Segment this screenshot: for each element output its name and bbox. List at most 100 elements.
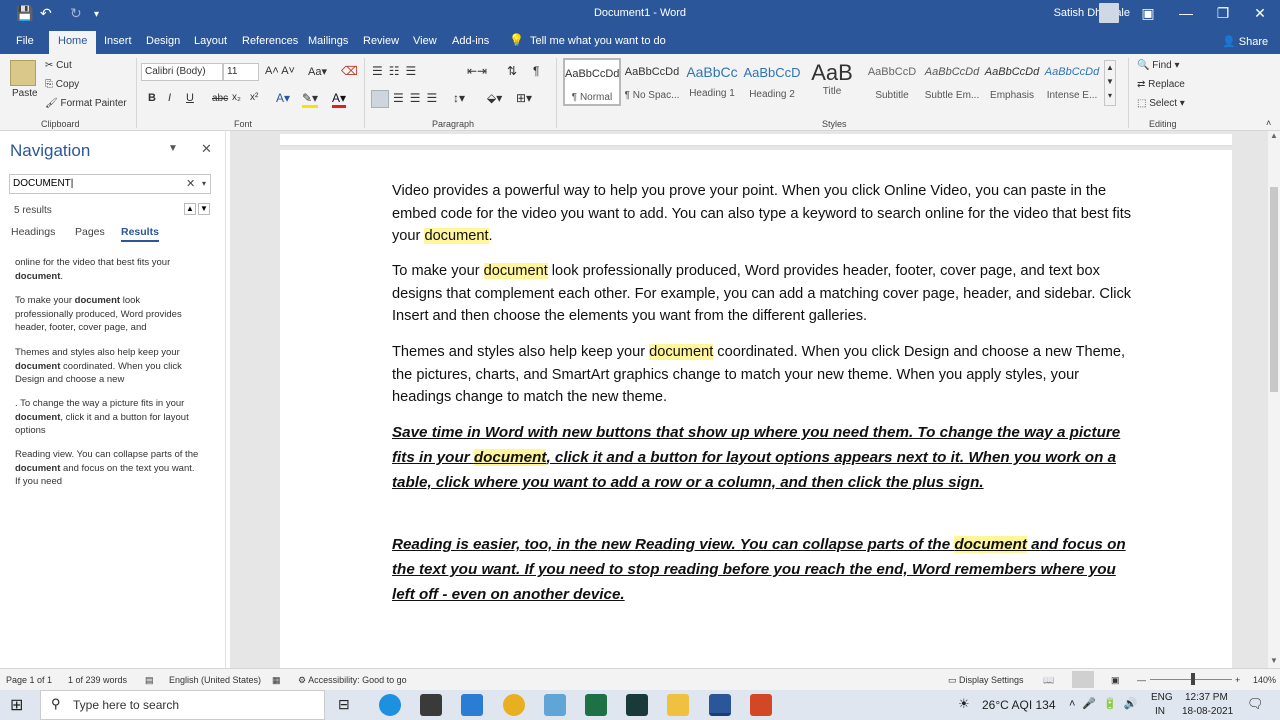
- tab-view[interactable]: View: [413, 35, 437, 47]
- accessibility-status[interactable]: ⚙ Accessibility: Good to go: [298, 675, 407, 686]
- ribbon-display-icon[interactable]: ▣: [1138, 5, 1158, 22]
- paragraph[interactable]: Video provides a powerful way to help yo…: [392, 180, 1132, 248]
- style-heading-2[interactable]: AaBbCcD Heading 2: [743, 58, 801, 106]
- page-count[interactable]: Page 1 of 1: [6, 675, 52, 685]
- replace-button[interactable]: ⇄ Replace: [1137, 79, 1185, 90]
- style-no-spacing[interactable]: AaBbCcDd ¶ No Spac...: [623, 58, 681, 106]
- shading-icon[interactable]: ⬙▾: [487, 91, 502, 105]
- minimize-icon[interactable]: —: [1176, 5, 1196, 21]
- font-size-select[interactable]: 11: [223, 63, 259, 81]
- search-options-icon[interactable]: ▾: [202, 179, 206, 188]
- tab-references[interactable]: References: [242, 35, 298, 47]
- style-normal[interactable]: AaBbCcDd ¶ Normal: [563, 58, 621, 106]
- paragraph[interactable]: Themes and styles also help keep your do…: [392, 341, 1132, 409]
- tab-results[interactable]: Results: [121, 226, 159, 242]
- read-mode-icon[interactable]: 📖: [1043, 675, 1054, 686]
- style-title[interactable]: AaB Title: [803, 58, 861, 106]
- scroll-down-icon[interactable]: ▼: [1270, 656, 1278, 665]
- print-layout-icon[interactable]: [1072, 671, 1094, 688]
- paragraph[interactable]: Reading is easier, too, in the new Readi…: [392, 533, 1132, 607]
- tell-me-box[interactable]: Tell me what you want to do: [530, 35, 666, 47]
- tab-home[interactable]: Home: [49, 31, 97, 54]
- paragraph[interactable]: To make your document look professionall…: [392, 260, 1132, 328]
- search-result[interactable]: To make your document look professionall…: [15, 294, 200, 335]
- document-page[interactable]: Video provides a powerful way to help yo…: [280, 150, 1232, 680]
- camtasia-icon[interactable]: [626, 694, 648, 716]
- clear-search-icon[interactable]: ✕: [186, 177, 195, 190]
- file-explorer-icon[interactable]: [667, 694, 689, 716]
- style-subtitle[interactable]: AaBbCcD Subtitle: [863, 58, 921, 106]
- tab-pages[interactable]: Pages: [75, 226, 105, 238]
- paste-button[interactable]: Paste: [12, 88, 38, 99]
- format-painter-button[interactable]: 🖌 Format Painter: [45, 98, 127, 109]
- close-pane-icon[interactable]: ✕: [201, 141, 212, 157]
- scroll-up-icon[interactable]: ▲: [1270, 131, 1278, 140]
- style-emphasis[interactable]: AaBbCcDd Emphasis: [983, 58, 1041, 106]
- font-name-select[interactable]: Calibri (Body): [141, 63, 223, 81]
- mail-icon[interactable]: [461, 694, 483, 716]
- tray-icons[interactable]: ˄🎤🔋🔊: [1069, 697, 1145, 710]
- notifications-icon[interactable]: 🗨: [1247, 696, 1264, 712]
- superscript-button[interactable]: x²: [250, 92, 258, 103]
- web-layout-icon[interactable]: ▣: [1111, 675, 1120, 686]
- tab-file[interactable]: File: [16, 35, 34, 47]
- next-result-icon[interactable]: ▼: [198, 203, 210, 215]
- collapse-ribbon-icon[interactable]: ˄: [1266, 118, 1271, 128]
- tab-addins[interactable]: Add-ins: [452, 35, 489, 47]
- tab-insert[interactable]: Insert: [104, 35, 132, 47]
- find-button[interactable]: 🔍 Find ▾: [1137, 60, 1180, 71]
- tab-design[interactable]: Design: [146, 35, 180, 47]
- strikethrough-button[interactable]: abc: [212, 93, 228, 104]
- clock-date[interactable]: 18-08-2021: [1182, 706, 1233, 717]
- subscript-button[interactable]: x₂: [232, 92, 241, 103]
- close-icon[interactable]: ✕: [1250, 5, 1270, 22]
- weather-text[interactable]: 26°C AQI 134: [982, 698, 1056, 712]
- clock-time[interactable]: 12:37 PM: [1185, 692, 1228, 703]
- cut-button[interactable]: ✂ Cut: [45, 60, 72, 71]
- word-count[interactable]: 1 of 239 words: [68, 675, 127, 685]
- previous-result-icon[interactable]: ▲: [184, 203, 196, 215]
- search-result[interactable]: online for the video that best fits your…: [15, 256, 200, 283]
- italic-button[interactable]: I: [168, 92, 171, 104]
- grow-font-icon[interactable]: A˄ A˅: [265, 65, 295, 77]
- clear-formatting-icon[interactable]: ⌫: [341, 64, 358, 78]
- font-color-icon[interactable]: A▾: [332, 91, 347, 108]
- style-heading-1[interactable]: AaBbCc Heading 1: [683, 58, 741, 106]
- bold-button[interactable]: B: [148, 92, 156, 104]
- align-left-button[interactable]: [371, 90, 389, 108]
- nav-search-input[interactable]: DOCUMENT|: [9, 174, 211, 194]
- share-button[interactable]: 👤 Share: [1222, 35, 1268, 48]
- change-case-icon[interactable]: Aa▾: [308, 65, 327, 78]
- style-subtle-emphasis[interactable]: AaBbCcDd Subtle Em...: [923, 58, 981, 106]
- line-spacing-icon[interactable]: ↕▾: [453, 91, 465, 105]
- highlight-color-icon[interactable]: ✎▾: [302, 91, 319, 108]
- search-result[interactable]: Reading view. You can collapse parts of …: [15, 448, 200, 489]
- underline-button[interactable]: U: [186, 92, 194, 104]
- scroll-thumb[interactable]: [1270, 187, 1278, 392]
- text-effects-icon[interactable]: A▾: [276, 91, 290, 105]
- edge-icon[interactable]: [379, 694, 401, 716]
- paragraph[interactable]: Save time in Word with new buttons that …: [392, 421, 1132, 495]
- alignment-icons[interactable]: ☰☰☰: [393, 91, 443, 105]
- snipping-icon[interactable]: [544, 694, 566, 716]
- zoom-slider-thumb[interactable]: [1191, 673, 1195, 685]
- copy-button[interactable]: ⎘ Copy: [45, 79, 79, 90]
- indent-icon[interactable]: ⇤⇥: [467, 64, 487, 78]
- zoom-in-icon[interactable]: +: [1235, 675, 1240, 685]
- word-icon[interactable]: [709, 694, 731, 716]
- tab-mailings[interactable]: Mailings: [308, 35, 348, 47]
- windows-start-icon[interactable]: ⊞: [10, 695, 23, 715]
- zoom-level[interactable]: 140%: [1253, 675, 1276, 685]
- search-result[interactable]: Themes and styles also help keep your do…: [15, 346, 200, 387]
- tab-layout[interactable]: Layout: [194, 35, 227, 47]
- list-buttons-icon[interactable]: ☰☷☰: [372, 64, 422, 78]
- show-marks-icon[interactable]: ¶: [533, 64, 539, 78]
- display-settings[interactable]: ▭ Display Settings: [948, 675, 1024, 686]
- task-view-icon[interactable]: ⊟: [338, 696, 350, 713]
- input-region[interactable]: IN: [1155, 706, 1165, 717]
- avatar[interactable]: [1099, 3, 1119, 23]
- zoom-out-icon[interactable]: —: [1137, 675, 1146, 685]
- track-icon[interactable]: ▦: [272, 675, 281, 686]
- weather-icon[interactable]: ☀: [958, 696, 970, 712]
- powerpoint-icon[interactable]: [750, 694, 772, 716]
